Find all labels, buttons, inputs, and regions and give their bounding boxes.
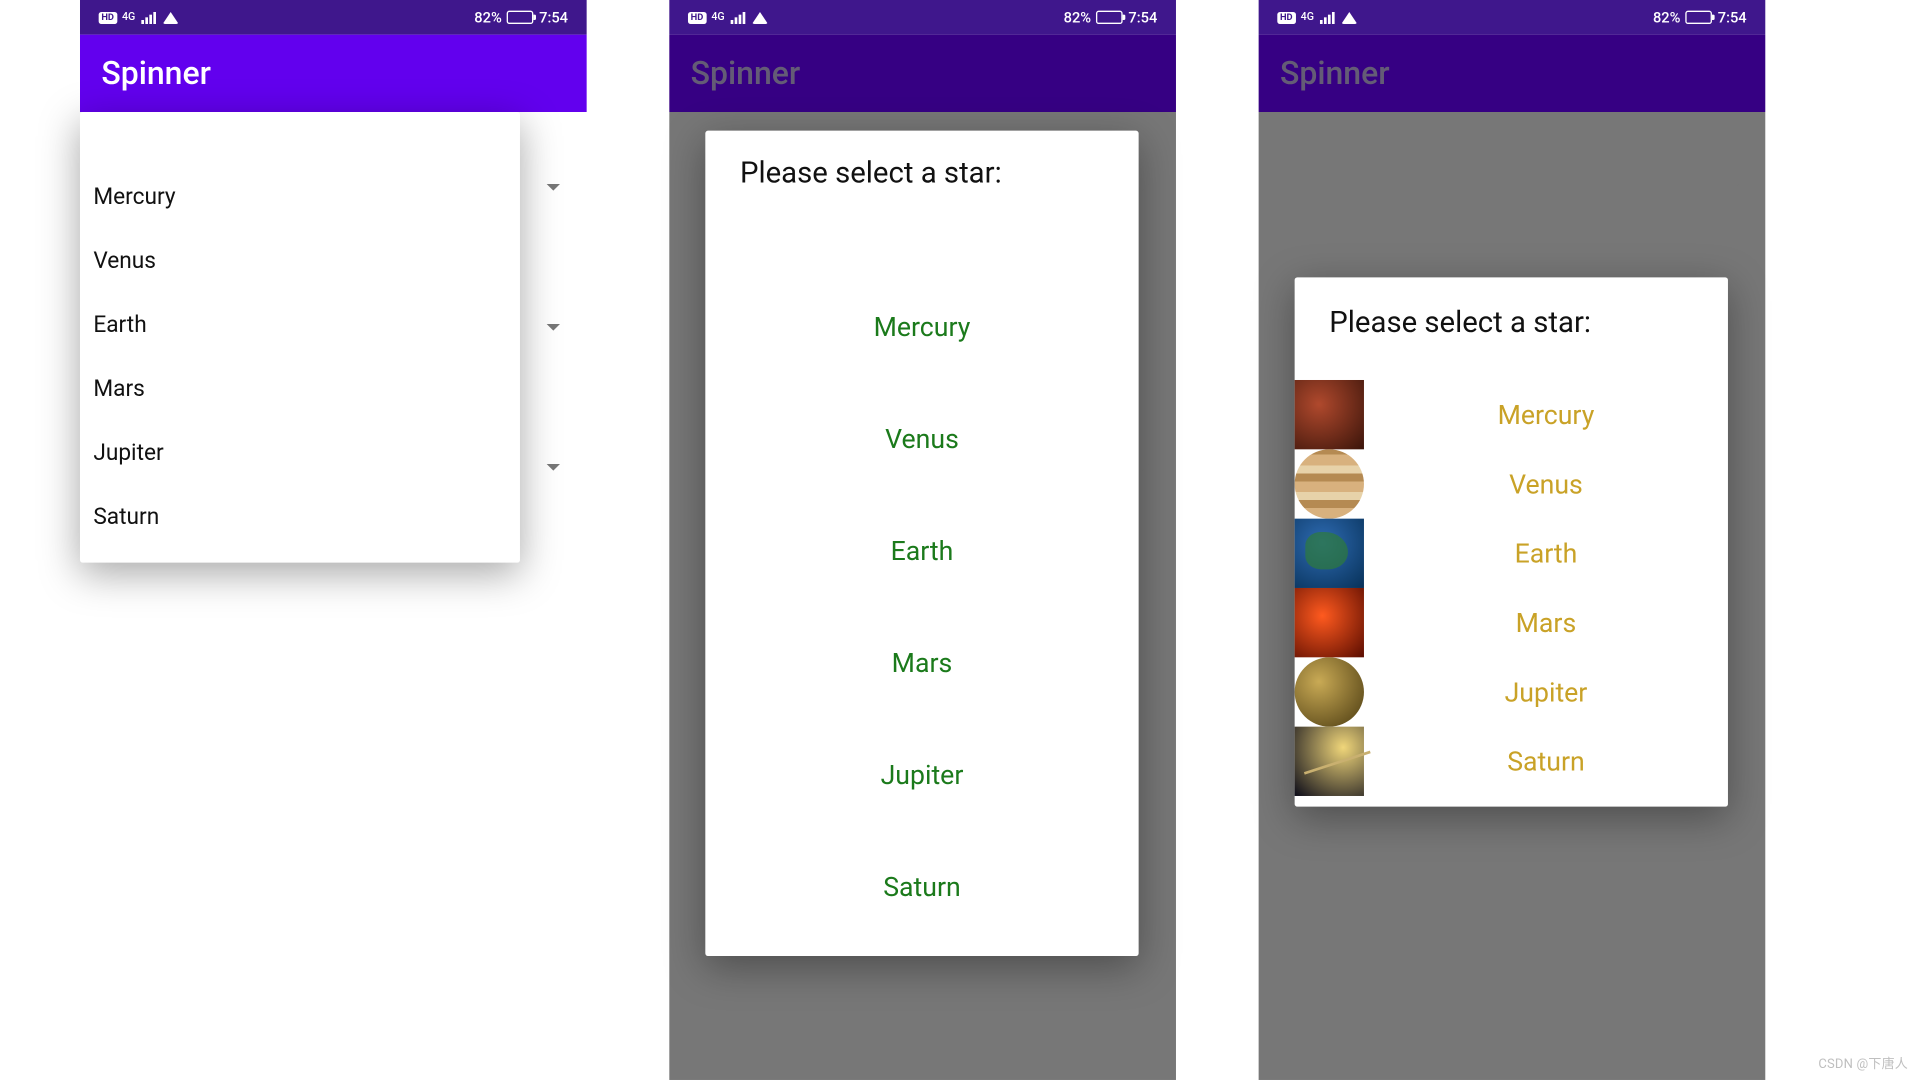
network-type-label: 4G: [1301, 12, 1314, 23]
battery-icon: [1686, 11, 1713, 24]
planet-thumbnail-icon: [1295, 657, 1364, 726]
wifi-icon: [751, 11, 767, 23]
battery-icon: [507, 11, 534, 24]
dialog-title: Please select a star:: [705, 131, 1138, 271]
hd-icon: HD: [688, 11, 706, 23]
status-bar: HD 4G 82% 7:54: [80, 0, 587, 35]
dialog-item-label: Venus: [1364, 468, 1728, 500]
dialog-item-mercury[interactable]: Mercury: [1295, 380, 1728, 449]
dialog-item-label: Earth: [1364, 537, 1728, 569]
app-bar: Spinner: [669, 35, 1176, 112]
battery-icon: [1096, 11, 1123, 24]
dialog-item-venus[interactable]: Venus: [1295, 449, 1728, 518]
wifi-icon: [1341, 11, 1357, 23]
wifi-icon: [162, 11, 178, 23]
dropdown-item-mars[interactable]: Mars: [80, 357, 520, 421]
planet-thumbnail-icon: [1295, 519, 1364, 588]
select-star-dialog: Please select a star: Mercury Venus Eart…: [705, 131, 1138, 956]
spinner-dropdown-menu: Mercury Venus Earth Mars Jupiter Saturn: [80, 112, 520, 563]
dialog-item-earth[interactable]: Earth: [1295, 519, 1728, 588]
dropdown-item-earth[interactable]: Earth: [80, 293, 520, 357]
signal-bars-icon: [141, 11, 157, 23]
app-bar-title: Spinner: [691, 55, 801, 92]
status-bar: HD 4G 82% 7:54: [1259, 0, 1766, 35]
clock: 7:54: [1128, 9, 1157, 26]
app-bar-title: Spinner: [101, 55, 211, 92]
dialog-item-saturn[interactable]: Saturn: [705, 831, 1138, 943]
dialog-item-mars[interactable]: Mars: [705, 607, 1138, 719]
planet-thumbnail-icon: [1295, 727, 1364, 796]
dialog-item-venus[interactable]: Venus: [705, 383, 1138, 495]
battery-percent: 82%: [1064, 9, 1091, 26]
dialog-item-label: Jupiter: [1364, 676, 1728, 708]
spinner-chevron-down-icon[interactable]: [547, 184, 560, 191]
dropdown-item-jupiter[interactable]: Jupiter: [80, 421, 520, 485]
status-bar: HD 4G 82% 7:54: [669, 0, 1176, 35]
battery-percent: 82%: [1653, 9, 1680, 26]
dropdown-item-venus[interactable]: Venus: [80, 229, 520, 293]
phone-screenshot-dialog-text: HD 4G 82% 7:54 Spinner Please select a s…: [669, 0, 1176, 1080]
dialog-item-jupiter[interactable]: Jupiter: [705, 719, 1138, 831]
planet-thumbnail-icon: [1295, 380, 1364, 449]
select-star-dialog: Please select a star: Mercury Venus Eart…: [1295, 277, 1728, 806]
dropdown-item-saturn[interactable]: Saturn: [80, 485, 520, 549]
csdn-watermark: CSDN @下唐人: [1818, 1053, 1908, 1072]
signal-bars-icon: [730, 11, 746, 23]
signal-bars-icon: [1319, 11, 1335, 23]
clock: 7:54: [1718, 9, 1747, 26]
dialog-item-label: Saturn: [1364, 745, 1728, 777]
dropdown-item-mercury[interactable]: Mercury: [80, 165, 520, 229]
phone-screenshot-dialog-image: HD 4G 82% 7:54 Spinner Please select a s…: [1259, 0, 1766, 1080]
spinner-chevron-down-icon[interactable]: [547, 324, 560, 331]
network-type-label: 4G: [711, 12, 724, 23]
planet-thumbnail-icon: [1295, 449, 1364, 518]
app-bar-title: Spinner: [1280, 55, 1390, 92]
dialog-item-label: Mercury: [1364, 399, 1728, 431]
dialog-item-earth[interactable]: Earth: [705, 495, 1138, 607]
dialog-title: Please select a star:: [1295, 277, 1728, 380]
spinner-chevron-down-icon: [1725, 184, 1738, 191]
dialog-item-mercury[interactable]: Mercury: [705, 271, 1138, 383]
battery-percent: 82%: [474, 9, 501, 26]
clock: 7:54: [539, 9, 568, 26]
planet-thumbnail-icon: [1295, 588, 1364, 657]
dialog-item-label: Mars: [1364, 607, 1728, 639]
app-bar: Spinner: [80, 35, 587, 112]
app-bar: Spinner: [1259, 35, 1766, 112]
network-type-label: 4G: [122, 12, 135, 23]
hd-icon: HD: [1277, 11, 1295, 23]
spinner-chevron-down-icon[interactable]: [547, 464, 560, 471]
hd-icon: HD: [99, 11, 117, 23]
dialog-item-saturn[interactable]: Saturn: [1295, 727, 1728, 796]
dialog-item-jupiter[interactable]: Jupiter: [1295, 657, 1728, 726]
phone-screenshot-plain-dropdown: HD 4G 82% 7:54 Spinner Mercury Venus Ear…: [80, 0, 587, 1080]
dialog-item-mars[interactable]: Mars: [1295, 588, 1728, 657]
